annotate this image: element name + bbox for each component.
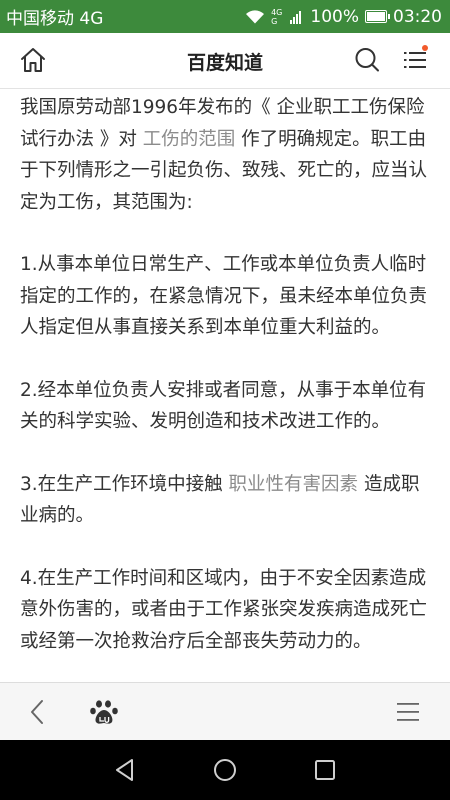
menu-icon bbox=[392, 696, 424, 728]
bottom-toolbar bbox=[0, 682, 450, 741]
battery-tip bbox=[388, 14, 390, 19]
network-type-bottom: G bbox=[271, 16, 278, 26]
battery-icon bbox=[365, 10, 390, 23]
nav-back-icon bbox=[110, 755, 140, 785]
system-home-button[interactable] bbox=[210, 755, 240, 785]
intro-paragraph: 我国原劳动部1996年发布的《 企业职工工伤保险试行办法 》对 工伤的范围 作了… bbox=[20, 92, 432, 218]
network-type-top: 4G bbox=[271, 7, 283, 17]
clock: 03:20 bbox=[393, 6, 442, 27]
status-right: 4G G 100% 03:20 bbox=[245, 7, 450, 27]
screen: 中国移动 4G 4G G 100% 03:20 百度知道 我国原劳动部1996年… bbox=[0, 0, 450, 800]
app-header: 百度知道 bbox=[0, 33, 450, 89]
answer-content: 我国原劳动部1996年发布的《 企业职工工伤保险试行办法 》对 工伤的范围 作了… bbox=[20, 92, 432, 682]
back-icon bbox=[22, 696, 54, 728]
item-3-text-start: 3.在生产工作环境中接触 bbox=[20, 473, 229, 495]
occupational-hazard-link[interactable]: 职业性有害因素 bbox=[229, 474, 359, 495]
baidu-home-button[interactable] bbox=[88, 696, 120, 728]
network-type: 4G G bbox=[271, 8, 282, 26]
carrier-label: 中国移动 4G bbox=[6, 9, 104, 29]
nav-recent-icon bbox=[310, 755, 340, 785]
battery-fill bbox=[367, 12, 385, 21]
wifi-icon bbox=[245, 9, 265, 25]
item-3-paragraph: 3.在生产工作环境中接触 职业性有害因素 造成职业病的。 bbox=[20, 469, 432, 532]
battery-percent: 100% bbox=[310, 6, 359, 27]
toolbar-menu-button[interactable] bbox=[392, 696, 424, 728]
status-bar: 中国移动 4G 4G G 100% 03:20 bbox=[0, 0, 450, 33]
system-back-button[interactable] bbox=[110, 755, 140, 785]
item-2-paragraph: 2.经本单位负责人安排或者同意，从事于本单位有关的科学实验、发明创造和技术改进工… bbox=[20, 379, 427, 433]
header-menu-button[interactable] bbox=[400, 44, 432, 76]
back-button[interactable] bbox=[22, 696, 54, 728]
system-recent-button[interactable] bbox=[310, 755, 340, 785]
signal-icon bbox=[290, 10, 304, 24]
baidu-paw-icon bbox=[88, 696, 120, 728]
nav-home-icon bbox=[210, 755, 240, 785]
item-4-paragraph: 4.在生产工作时间和区域内，由于不安全因素造成意外伤害的，或者由于工作紧张突发疾… bbox=[20, 567, 428, 652]
notification-dot bbox=[422, 45, 428, 51]
search-icon bbox=[351, 44, 383, 76]
injury-scope-link[interactable]: 工伤的范围 bbox=[143, 129, 236, 150]
status-left: 中国移动 4G bbox=[0, 4, 103, 29]
system-nav-bar bbox=[0, 740, 450, 800]
item-1-paragraph: 1.从事本单位日常生产、工作或本单位负责人临时指定的工作的，在紧急情况下，虽未经… bbox=[20, 254, 428, 338]
search-button[interactable] bbox=[351, 44, 383, 76]
